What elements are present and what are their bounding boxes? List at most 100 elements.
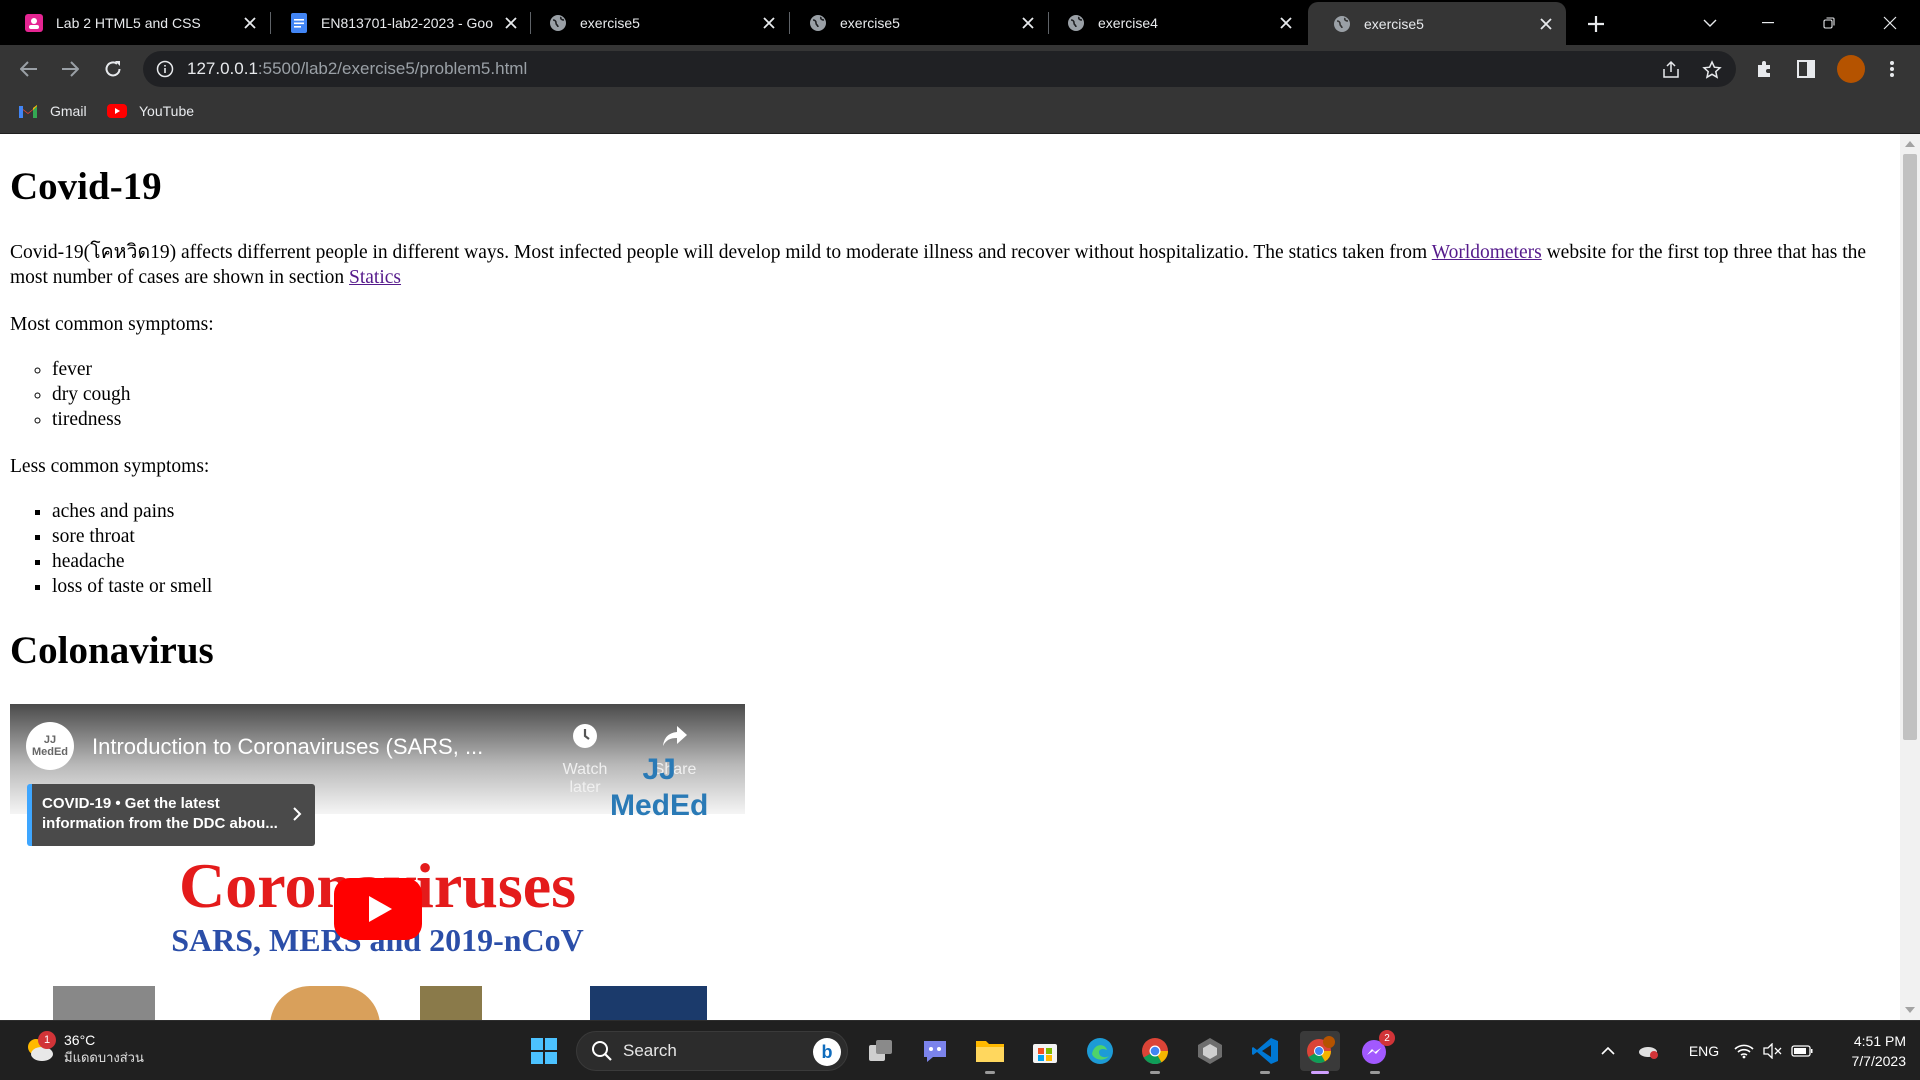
tab-exercise5-a[interactable]: exercise5 <box>524 0 789 45</box>
bookmarks-bar: Gmail YouTube <box>0 93 1920 134</box>
intro-paragraph: Covid-19(โคหวิด19) affects differrent pe… <box>10 240 1890 290</box>
channel-avatar[interactable]: JJ MedEd <box>26 722 74 770</box>
start-button[interactable] <box>524 1031 564 1071</box>
scrollbar-thumb[interactable] <box>1903 154 1917 740</box>
bookmark-gmail[interactable]: Gmail <box>18 103 87 119</box>
weather-widget[interactable]: 1 36°C มีแดดบางส่วน <box>24 1031 144 1067</box>
file-explorer-button[interactable] <box>970 1031 1010 1074</box>
close-window-button[interactable] <box>1872 8 1908 38</box>
vscode-button[interactable] <box>1245 1031 1285 1074</box>
tab-title: exercise5 <box>1364 15 1424 32</box>
globe-icon <box>808 13 828 33</box>
edge-button[interactable] <box>1080 1031 1120 1071</box>
teams-chat-button[interactable] <box>915 1031 955 1071</box>
taskbar-clock[interactable]: 4:51 PM 7/7/2023 <box>1816 1031 1907 1071</box>
language-indicator[interactable]: ENG <box>1684 1037 1724 1065</box>
microsoft-store-button[interactable] <box>1025 1031 1065 1071</box>
page-heading-covid: Covid-19 <box>10 165 162 208</box>
reload-button[interactable] <box>98 54 128 84</box>
running-indicator <box>1370 1071 1380 1074</box>
page-heading-colonavirus: Colonavirus <box>10 629 214 672</box>
url-host: 127.0.0.1 <box>187 59 258 78</box>
chrome-button[interactable] <box>1135 1031 1175 1074</box>
close-icon <box>1883 16 1897 30</box>
show-hidden-icons-button[interactable] <box>1598 1037 1618 1065</box>
task-view-button[interactable] <box>861 1031 901 1071</box>
close-tab-icon[interactable] <box>501 13 521 33</box>
onedrive-tray-button[interactable] <box>1636 1037 1660 1065</box>
side-panel-icon[interactable] <box>1794 57 1818 81</box>
tab-exercise5-b[interactable]: exercise5 <box>784 0 1048 45</box>
bing-icon[interactable]: b <box>813 1038 841 1066</box>
chrome-profile-button[interactable] <box>1300 1031 1340 1074</box>
classroom-icon <box>24 13 44 33</box>
scroll-up-icon <box>1905 141 1915 147</box>
virus-image <box>53 986 155 1020</box>
close-tab-icon[interactable] <box>759 13 779 33</box>
statics-link[interactable]: Statics <box>349 267 401 288</box>
bookmark-youtube[interactable]: YouTube <box>107 103 194 119</box>
menu-kebab-icon[interactable] <box>1880 57 1904 81</box>
arrow-left-icon <box>20 61 37 77</box>
search-icon <box>592 1041 612 1061</box>
info-card[interactable]: COVID-19 • Get the latest information fr… <box>27 784 315 846</box>
bookmark-star-icon[interactable] <box>1700 58 1724 82</box>
minimize-button[interactable] <box>1750 8 1786 38</box>
app-button[interactable] <box>1190 1031 1230 1071</box>
tab-google-docs[interactable]: EN813701-lab2-2023 - Goo <box>265 0 531 45</box>
tab-title: exercise5 <box>840 14 900 31</box>
most-common-list: fever dry cough tiredness <box>10 357 131 432</box>
list-item: fever <box>52 357 131 382</box>
close-tab-icon[interactable] <box>1536 14 1556 34</box>
restore-button[interactable] <box>1811 8 1847 38</box>
bookmark-label: Gmail <box>50 103 87 119</box>
page-scrollbar[interactable] <box>1900 134 1920 1020</box>
vscode-icon <box>1252 1038 1278 1064</box>
battery-icon[interactable] <box>1790 1037 1814 1065</box>
tab-search-button[interactable] <box>1692 8 1728 38</box>
play-button-icon[interactable] <box>334 878 422 940</box>
messenger-button[interactable]: 2 <box>1355 1030 1395 1074</box>
wifi-icon[interactable] <box>1732 1037 1756 1065</box>
forward-button[interactable] <box>55 54 85 84</box>
address-bar[interactable]: 127.0.0.1:5500/lab2/exercise5/problem5.h… <box>143 51 1736 87</box>
close-tab-icon[interactable] <box>240 13 260 33</box>
list-item: loss of taste or smell <box>52 574 212 599</box>
windows-taskbar: 1 36°C มีแดดบางส่วน Search b 2 ENG 4:51 … <box>0 1020 1920 1080</box>
taskbar-search[interactable]: Search b <box>576 1031 848 1071</box>
profile-avatar[interactable] <box>1837 55 1865 83</box>
bookmark-label: YouTube <box>139 103 195 119</box>
app-icon <box>1198 1038 1222 1064</box>
speaker-muted-icon[interactable] <box>1760 1037 1784 1065</box>
info-icon[interactable] <box>155 59 175 79</box>
windows-start-icon <box>531 1038 557 1064</box>
tab-strip: Lab 2 HTML5 and CSS EN813701-lab2-2023 -… <box>0 0 1920 45</box>
tab-exercise4[interactable]: exercise4 <box>1042 0 1306 45</box>
chrome-icon <box>1142 1038 1169 1065</box>
weather-condition: มีแดดบางส่วน <box>64 1050 144 1065</box>
worldometers-link[interactable]: Worldometers <box>1432 242 1542 263</box>
new-tab-button[interactable] <box>1582 10 1610 38</box>
tab-title: exercise4 <box>1098 14 1158 31</box>
extensions-icon[interactable] <box>1752 57 1776 81</box>
list-item: aches and pains <box>52 499 212 524</box>
video-title[interactable]: Introduction to Coronaviruses (SARS, ... <box>92 734 483 760</box>
tab-title: Lab 2 HTML5 and CSS <box>56 14 201 31</box>
tab-title: exercise5 <box>580 14 640 31</box>
docs-icon <box>289 12 309 33</box>
tab-lab2-html5-css[interactable]: Lab 2 HTML5 and CSS <box>0 0 270 45</box>
youtube-embed[interactable]: JJ MedEd Introduction to Coronaviruses (… <box>10 704 745 1020</box>
close-tab-icon[interactable] <box>1018 13 1038 33</box>
globe-icon <box>548 13 568 33</box>
scroll-down-icon <box>1905 1007 1915 1013</box>
browser-toolbar: 127.0.0.1:5500/lab2/exercise5/problem5.h… <box>0 45 1920 93</box>
close-tab-icon[interactable] <box>1276 13 1296 33</box>
running-indicator <box>1260 1071 1270 1074</box>
share-icon[interactable] <box>1659 58 1683 82</box>
back-button[interactable] <box>14 54 44 84</box>
globe-icon <box>1066 13 1086 33</box>
clock-icon <box>573 724 597 748</box>
tab-exercise5-active[interactable]: exercise5 <box>1308 2 1566 45</box>
warning-image <box>590 986 707 1020</box>
brand-line-2: MedEd <box>610 789 709 822</box>
